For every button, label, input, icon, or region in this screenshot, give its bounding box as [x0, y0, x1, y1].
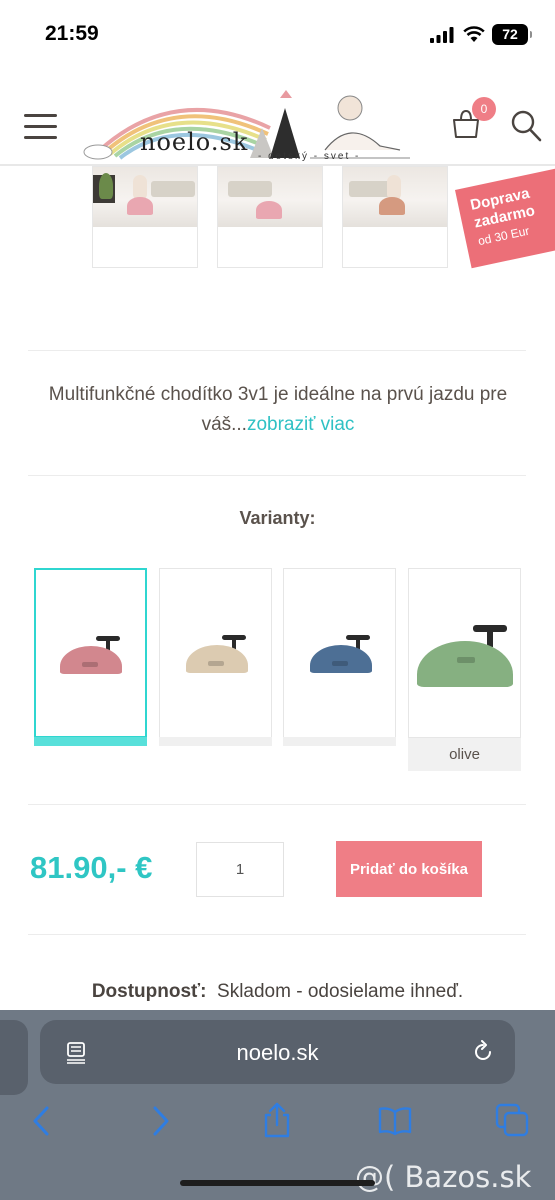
bookmarks-icon[interactable] — [378, 1106, 412, 1136]
url-text: noelo.sk — [236, 1040, 319, 1065]
reload-icon[interactable] — [471, 1040, 495, 1064]
home-indicator[interactable] — [180, 1180, 375, 1186]
battery-indicator: 72 — [492, 24, 532, 45]
status-bar: 21:59 72 — [0, 0, 555, 70]
variant-option-olive[interactable]: olive — [408, 568, 521, 771]
gallery-thumbnail[interactable] — [217, 166, 323, 268]
variants-title: Varianty: — [239, 508, 316, 528]
tabs-icon[interactable] — [495, 1103, 529, 1137]
status-time: 21:59 — [45, 22, 99, 45]
back-icon[interactable] — [30, 1105, 52, 1137]
browser-toolbar: noelo.sk @( Bazos.sk — [0, 1010, 555, 1200]
product-photo — [93, 167, 197, 227]
share-icon[interactable] — [262, 1102, 292, 1138]
divider — [28, 804, 526, 805]
address-bar[interactable]: noelo.sk — [40, 1020, 515, 1084]
divider — [28, 475, 526, 476]
variant-option-beige[interactable] — [159, 568, 272, 746]
product-photo — [218, 167, 322, 227]
divider — [28, 350, 526, 351]
variant-option-blue[interactable] — [283, 568, 396, 746]
cellular-signal-icon — [430, 27, 454, 43]
product-price: 81.90,- € — [30, 850, 153, 885]
wifi-icon — [463, 26, 485, 42]
variant-bar — [159, 737, 272, 746]
logo-tagline: - detský - svet - — [258, 151, 361, 162]
variant-bar — [283, 737, 396, 746]
logo-text: noelo.sk — [140, 128, 249, 156]
add-to-cart-button[interactable]: Pridať do košíka — [336, 841, 482, 897]
variant-label: olive — [408, 738, 521, 771]
previous-tab-preview[interactable] — [0, 1020, 28, 1095]
site-logo[interactable]: noelo.sk - detský - svet - — [80, 88, 415, 166]
availability: Dostupnosť: Skladom - odosielame ihneď. — [0, 981, 555, 1003]
show-more-link[interactable]: zobraziť viac — [247, 414, 354, 435]
search-icon[interactable] — [510, 109, 542, 143]
product-photo — [343, 167, 447, 227]
gallery-thumbnail[interactable] — [92, 166, 198, 268]
availability-value: Skladom - odosielame ihneď. — [217, 981, 464, 1002]
availability-label: Dostupnosť: — [91, 981, 207, 1002]
quantity-input[interactable] — [196, 842, 284, 897]
gallery-thumbnail[interactable] — [342, 166, 448, 268]
forward-icon[interactable] — [150, 1105, 172, 1137]
menu-icon[interactable] — [24, 114, 57, 140]
cart-count-badge: 0 — [472, 97, 496, 121]
divider — [28, 934, 526, 935]
variant-option-pink[interactable] — [34, 568, 147, 746]
watermark: @( Bazos.sk — [355, 1160, 532, 1194]
product-description: Multifunkčné chodítko 3v1 je ideálne na … — [28, 380, 528, 440]
free-shipping-badge: Doprava zadarmo od 30 Eur — [455, 167, 555, 269]
variant-selected-bar — [34, 737, 147, 746]
